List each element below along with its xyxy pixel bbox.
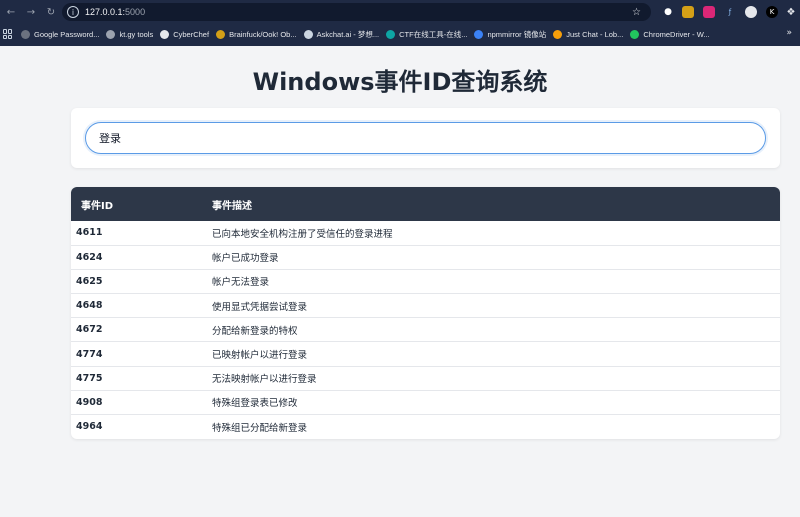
event-id-cell: 4775 [71,366,212,391]
results-table-card: 事件ID 事件描述 4611 已向本地安全机构注册了受信任的登录进程 4624 帐户已… [71,187,780,439]
event-id-cell: 4648 [71,293,212,319]
bookmark-item[interactable]: Askchat.ai - 梦想... [303,29,380,40]
search-input[interactable] [85,122,766,154]
extension-pink-icon[interactable] [703,6,715,18]
page-title: Windows事件ID查询系统 [252,68,548,96]
bookmark-label: Brainfuck/Ook! Ob... [229,29,297,39]
table-row: 4672 分配给新登录的特权 [71,317,780,343]
table-body: 4611 已向本地安全机构注册了受信任的登录进程 4624 帐户已成功登录 4625 帐户… [71,221,780,439]
event-id-cell: 4908 [71,390,212,416]
bookmark-label: kt.gy tools [119,29,154,39]
bookmark-list: Google Password... kt.gy tools CyberChef Br… [21,29,717,40]
bookmark-label: Askchat.ai - 梦想... [316,29,380,39]
bookmark-favicon-icon [106,29,116,39]
event-desc-cell: 特殊组登录表已修改 [212,390,780,416]
bookmark-item[interactable]: npmmirror 镜像站 [474,29,546,40]
results-table: 事件ID 事件描述 4611 已向本地安全机构注册了受信任的登录进程 4624 帐户已… [71,187,780,439]
bookmark-star-icon[interactable]: ☆ [632,7,641,18]
forward-icon[interactable]: → [24,5,38,19]
bookmark-favicon-icon [386,29,396,39]
bookmark-label: CyberChef [173,29,210,39]
bookmark-favicon-icon [630,29,640,39]
site-info-icon[interactable]: i [67,6,79,18]
extension-avatar-icon[interactable] [745,6,757,18]
browser-toolbar: ← → ↻ i 127.0.0.1:5000 ☆ ● ƒ K ❖ [0,0,800,24]
bookmark-label: Just Chat - Lob... [566,29,624,39]
bookmark-label: ChromeDriver - W... [643,29,710,39]
search-card [71,108,780,168]
bookmark-item[interactable]: Just Chat - Lob... [553,29,624,39]
bookmark-label: npmmirror 镜像站 [487,29,547,39]
event-id-cell: 4672 [71,317,212,343]
extension-k-icon[interactable]: K [766,6,778,18]
bookmark-item[interactable]: ChromeDriver - W... [630,29,710,39]
reload-icon[interactable]: ↻ [44,5,58,19]
header-event-desc: 事件描述 [212,200,252,212]
event-desc-cell: 已向本地安全机构注册了受信任的登录进程 [212,221,780,246]
bookmark-item[interactable]: Google Password... [21,29,100,39]
event-desc-cell: 无法映射帐户以进行登录 [212,366,780,391]
table-row: 4964 特殊组已分配给新登录 [71,415,780,439]
event-desc-cell: 已映射帐户以进行登录 [212,341,780,367]
event-desc-cell: 分配给新登录的特权 [212,317,780,343]
table-row: 4611 已向本地安全机构注册了受信任的登录进程 [71,221,780,246]
bookmark-favicon-icon [474,29,484,39]
event-desc-cell: 帐户无法登录 [212,269,780,295]
bookmark-label: Google Password... [34,29,100,39]
url-port: 5000 [125,7,146,17]
table-row: 4625 帐户无法登录 [71,269,780,295]
event-desc-cell: 帐户已成功登录 [212,245,780,270]
url-host: 127.0.0.1: [85,7,126,17]
bookmark-item[interactable]: Brainfuck/Ook! Ob... [216,29,297,39]
table-header-row: 事件ID 事件描述 [71,187,780,221]
url-text: 127.0.0.1:5000 [85,7,145,17]
browser-chrome: ← → ↻ i 127.0.0.1:5000 ☆ ● ƒ K ❖ Google … [0,0,800,46]
event-id-cell: 4624 [71,245,212,270]
header-event-id: 事件ID [81,200,114,212]
event-id-cell: 4964 [76,421,103,433]
extensions-puzzle-icon[interactable]: ❖ [785,6,797,18]
apps-grid-icon[interactable] [3,29,13,39]
table-row: 4908 特殊组登录表已修改 [71,390,780,416]
bookmark-favicon-icon [21,29,30,39]
bookmark-favicon-icon [216,29,226,39]
table-row: 4775 无法映射帐户以进行登录 [71,366,780,391]
address-bar[interactable]: i 127.0.0.1:5000 ☆ [62,3,651,21]
table-row: 4774 已映射帐户以进行登录 [71,341,780,367]
extension-dot-icon[interactable]: ● [662,6,674,18]
event-desc-cell: 特殊组已分配给新登录 [212,422,308,434]
table-row: 4648 使用显式凭据尝试登录 [71,293,780,319]
event-id-cell: 4611 [71,221,212,246]
bookmark-label: CTF在线工具-在线... [399,29,468,39]
extension-folder-icon[interactable] [682,6,694,18]
bookmarks-bar: Google Password... kt.gy tools CyberChef Br… [0,24,800,44]
bookmark-item[interactable]: kt.gy tools [106,29,154,39]
bookmark-item[interactable]: CyberChef [160,29,210,39]
back-icon[interactable]: ← [4,5,18,19]
more-bookmarks-icon[interactable]: » [786,28,792,38]
bookmark-favicon-icon [303,29,313,39]
event-desc-cell: 使用显式凭据尝试登录 [212,293,780,319]
event-id-cell: 4774 [71,341,212,367]
bookmark-favicon-icon [160,29,170,39]
event-id-cell: 4625 [71,269,212,295]
bookmark-item[interactable]: CTF在线工具-在线... [386,29,467,40]
extension-script-icon[interactable]: ƒ [724,6,736,18]
bookmark-favicon-icon [553,29,563,39]
table-row: 4624 帐户已成功登录 [71,245,780,270]
